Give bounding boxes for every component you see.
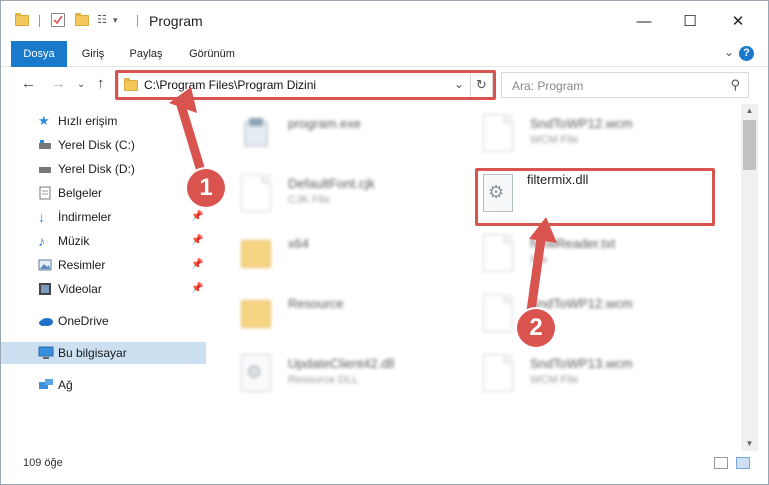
callout-arrows [169, 87, 557, 316]
callout-badge-2: 2 [517, 309, 555, 347]
explorer-window: ☷ ▾ Program — ☐ ✕ Dosya Giriş Paylaş Gör… [0, 0, 769, 485]
callout-badge-1: 1 [187, 169, 225, 207]
